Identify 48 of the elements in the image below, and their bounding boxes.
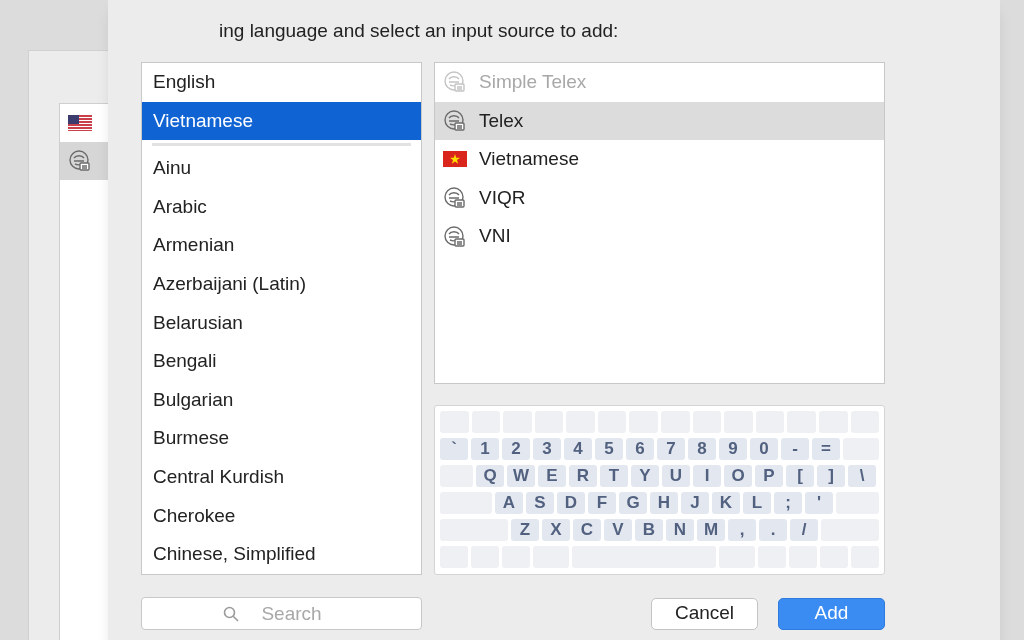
keyboard-key: E <box>538 465 566 487</box>
keyboard-key: ; <box>774 492 802 514</box>
keyboard-key: ] <box>817 465 845 487</box>
keyboard-key: R <box>569 465 597 487</box>
keyboard-key: [ <box>786 465 814 487</box>
keyboard-key: 4 <box>564 438 592 460</box>
keyboard-key: Y <box>631 465 659 487</box>
keyboard-key: G <box>619 492 647 514</box>
keyboard-key: V <box>604 519 632 541</box>
keyboard-key: C <box>573 519 601 541</box>
keyboard-key: M <box>697 519 725 541</box>
keyboard-key: 7 <box>657 438 685 460</box>
keyboard-key: A <box>495 492 523 514</box>
keyboard-key: B <box>635 519 663 541</box>
keyboard-key: 2 <box>502 438 530 460</box>
keyboard-key: 1 <box>471 438 499 460</box>
keyboard-key: 8 <box>688 438 716 460</box>
keyboard-key: \ <box>848 465 876 487</box>
keyboard-key: ` <box>440 438 468 460</box>
keyboard-key: 6 <box>626 438 654 460</box>
keyboard-key: Z <box>511 519 539 541</box>
keyboard-key: . <box>759 519 787 541</box>
keyboard-key: L <box>743 492 771 514</box>
keyboard-key: 9 <box>719 438 747 460</box>
keyboard-key: K <box>712 492 740 514</box>
keyboard-key: P <box>755 465 783 487</box>
keyboard-key: N <box>666 519 694 541</box>
keyboard-key: 5 <box>595 438 623 460</box>
keyboard-key: T <box>600 465 628 487</box>
keyboard-key: Q <box>476 465 504 487</box>
keyboard-key: I <box>693 465 721 487</box>
keyboard-key: D <box>557 492 585 514</box>
keyboard-key: 0 <box>750 438 778 460</box>
keyboard-key: 3 <box>533 438 561 460</box>
prompt-text: ing language and select an input source to add: <box>219 18 619 43</box>
keyboard-key: ' <box>805 492 833 514</box>
keyboard-key: = <box>812 438 840 460</box>
keyboard-key: H <box>650 492 678 514</box>
keyboard-key: X <box>542 519 570 541</box>
keyboard-key: U <box>662 465 690 487</box>
keyboard-key: S <box>526 492 554 514</box>
keyboard-key: F <box>588 492 616 514</box>
keyboard-key: O <box>724 465 752 487</box>
keyboard-key: - <box>781 438 809 460</box>
keyboard-key: , <box>728 519 756 541</box>
keyboard-key: / <box>790 519 818 541</box>
keyboard-key: W <box>507 465 535 487</box>
keyboard-key: J <box>681 492 709 514</box>
